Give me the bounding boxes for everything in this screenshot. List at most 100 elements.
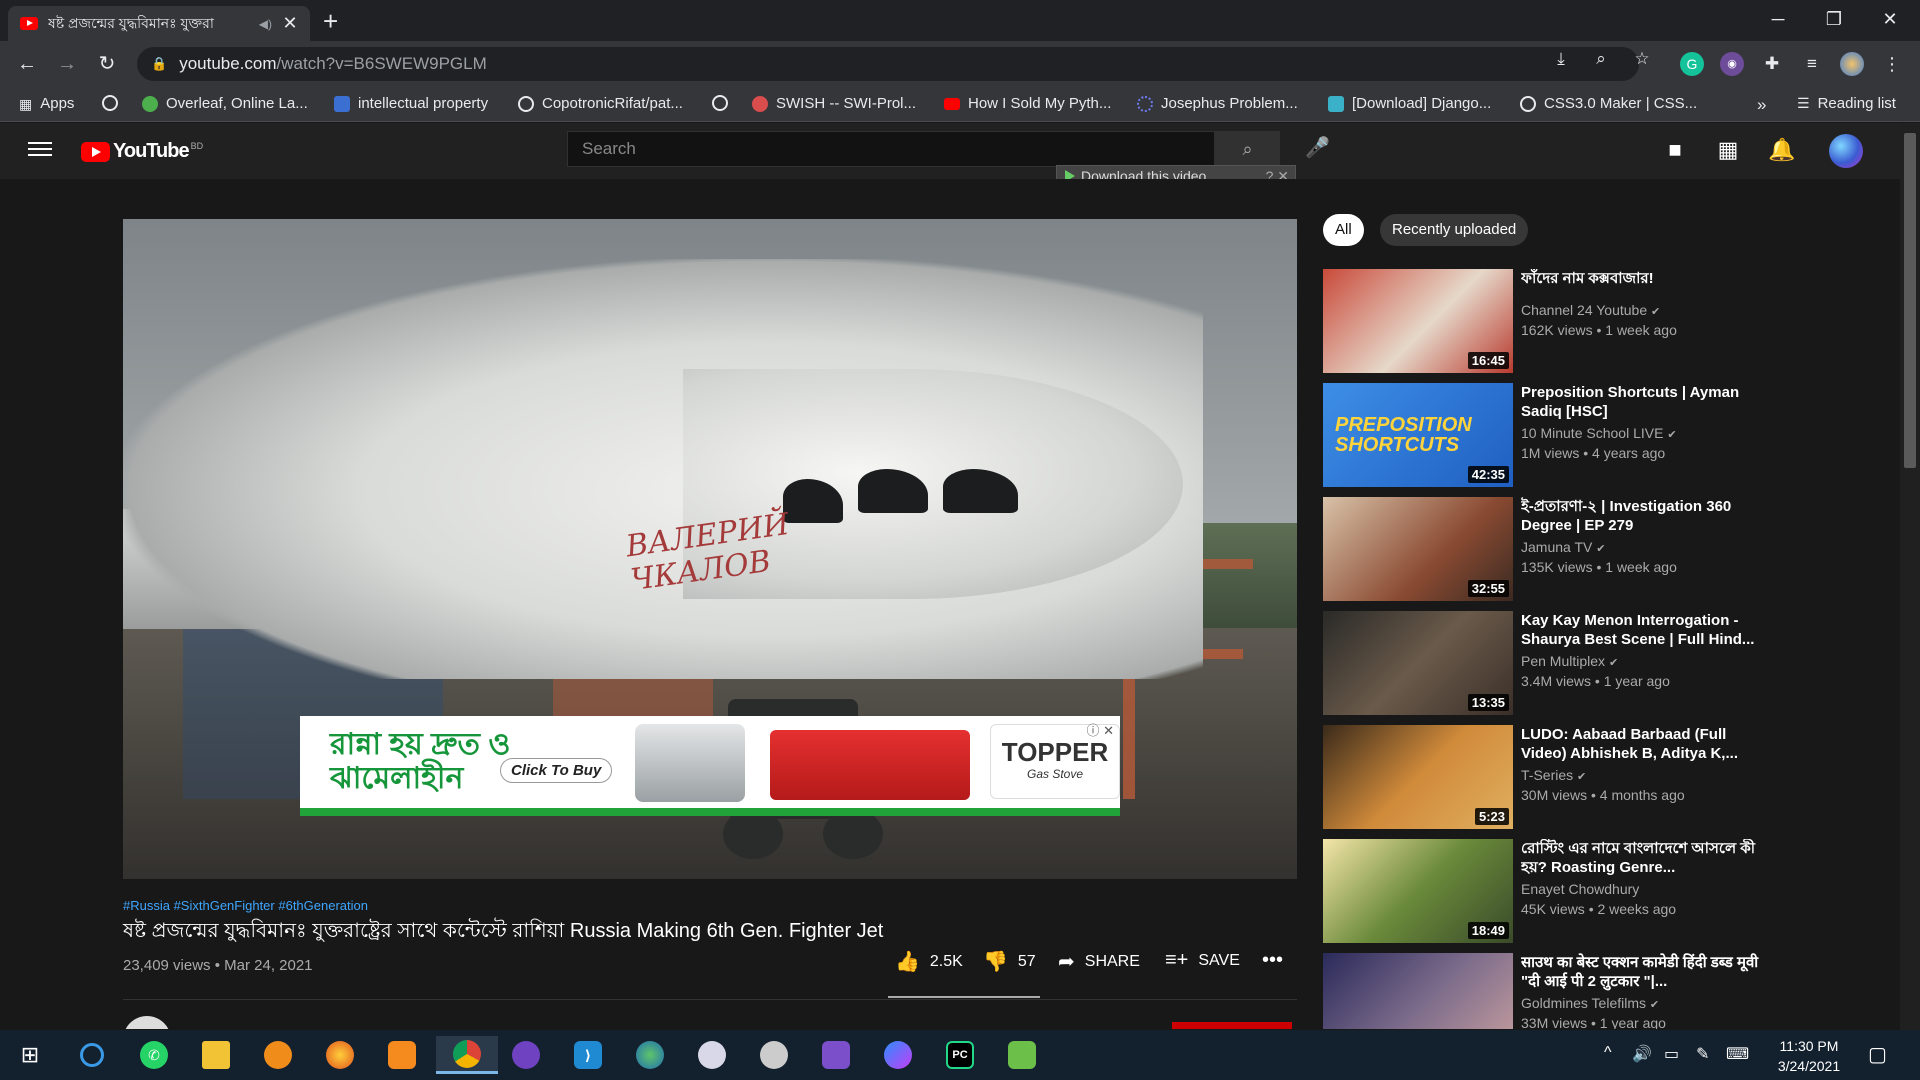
- browser-tab-active[interactable]: ষষ্ট প্রজন্মের যুদ্ধবিমানঃ যুক্তরা ◀) ✕: [8, 6, 310, 41]
- ad-close-icon[interactable]: ⓘ ✕: [1086, 720, 1114, 739]
- hamburger-menu-icon[interactable]: [28, 138, 52, 162]
- recommendation-title[interactable]: साउथ का बेस्ट एक्शन कामेडी हिंदी डब्ड मू…: [1521, 953, 1761, 991]
- bookmark-star-icon[interactable]: ☆: [1631, 49, 1653, 69]
- video-thumbnail[interactable]: 13:35: [1323, 611, 1513, 715]
- bookmark-apps[interactable]: ▦ Apps: [19, 95, 74, 112]
- video-thumbnail[interactable]: 5:23: [1323, 725, 1513, 829]
- video-thumbnail[interactable]: [1323, 953, 1513, 1029]
- show-hidden-icons-icon[interactable]: ^: [1604, 1044, 1612, 1062]
- bookmark-swish[interactable]: SWISH -- SWI-Prol...: [752, 95, 916, 112]
- taskbar-app-chrome[interactable]: [436, 1036, 498, 1074]
- speaker-icon[interactable]: ◀): [259, 17, 272, 31]
- account-avatar[interactable]: [1829, 134, 1863, 168]
- media-control-icon[interactable]: ≡: [1800, 52, 1824, 76]
- apps-grid-icon[interactable]: ▦: [1714, 137, 1742, 163]
- taskbar-app[interactable]: [998, 1036, 1046, 1074]
- profile-avatar-icon[interactable]: [1840, 52, 1864, 76]
- notifications-bell-icon[interactable]: 🔔: [1768, 137, 1796, 163]
- network-icon[interactable]: ▭: [1664, 1044, 1679, 1064]
- recommendation-item[interactable]: साउथ का बेस्ट एक्शन कामेडी हिंदी डब्ड मू…: [1323, 953, 1773, 1029]
- recommendation-item[interactable]: 5:23 LUDO: Aabaad Barbaad (Full Video) A…: [1323, 725, 1773, 830]
- taskbar-app[interactable]: [68, 1036, 116, 1074]
- volume-icon[interactable]: 🔊: [1632, 1044, 1652, 1064]
- video-player[interactable]: ВАЛЕРИЙ ЧКАЛОВ রান্না হয় দ্রুত ও ঝামেলা…: [123, 219, 1297, 879]
- taskbar-app[interactable]: [192, 1036, 240, 1074]
- more-bookmarks-button[interactable]: »: [1757, 95, 1766, 115]
- search-button[interactable]: ⌕: [1215, 131, 1280, 167]
- subscribe-button[interactable]: [1172, 1022, 1292, 1029]
- recommendation-channel[interactable]: T-Series ✔: [1521, 767, 1586, 783]
- minimize-button[interactable]: ─: [1755, 4, 1801, 34]
- recommendation-channel[interactable]: Jamuna TV ✔: [1521, 539, 1605, 555]
- close-window-button[interactable]: ✕: [1867, 4, 1913, 34]
- bookmark-youtube[interactable]: How I Sold My Pyth...: [944, 95, 1111, 112]
- scrollbar-thumb[interactable]: [1904, 133, 1916, 468]
- ad-click-to-buy-button[interactable]: Click To Buy: [500, 758, 613, 783]
- bookmark-css3-maker[interactable]: CSS3.0 Maker | CSS...: [1520, 95, 1697, 112]
- more-actions-button[interactable]: •••: [1262, 949, 1283, 972]
- recommendation-title[interactable]: LUDO: Aabaad Barbaad (Full Video) Abhish…: [1521, 725, 1761, 763]
- dislike-button[interactable]: 👎 57: [983, 949, 1036, 974]
- recommendation-title[interactable]: Preposition Shortcuts | Ayman Sadiq [HSC…: [1521, 383, 1761, 421]
- system-clock[interactable]: 11:30 PM 3/24/2021: [1764, 1036, 1854, 1076]
- recommendation-channel[interactable]: Channel 24 Youtube ✔: [1521, 302, 1660, 318]
- video-hashtags[interactable]: #Russia #SixthGenFighter #6thGeneration: [123, 898, 368, 913]
- chip-recently-uploaded[interactable]: Recently uploaded: [1380, 214, 1529, 246]
- video-thumbnail[interactable]: 18:49: [1323, 839, 1513, 943]
- new-tab-button[interactable]: +: [323, 8, 338, 34]
- bookmark-globe-2[interactable]: [712, 95, 728, 111]
- taskbar-app[interactable]: [750, 1036, 798, 1074]
- search-input[interactable]: Search: [567, 131, 1215, 167]
- notifications-icon[interactable]: ▢: [1868, 1042, 1887, 1067]
- share-button[interactable]: ➦ SHARE: [1058, 949, 1140, 974]
- save-button[interactable]: ≡+ SAVE: [1165, 949, 1240, 972]
- bookmark-globe-1[interactable]: [102, 95, 118, 111]
- puzzle-icon[interactable]: ✚: [1760, 52, 1784, 76]
- like-button[interactable]: 👍 2.5K: [895, 949, 963, 974]
- keyboard-icon[interactable]: ⌨: [1726, 1044, 1749, 1064]
- start-button[interactable]: ⊞: [6, 1036, 54, 1074]
- extension-icon[interactable]: ◉: [1720, 52, 1744, 76]
- recommendation-title[interactable]: ফাঁদের নাম কক্সবাজার!: [1521, 269, 1761, 288]
- recommendation-channel[interactable]: Pen Multiplex ✔: [1521, 653, 1618, 669]
- recommendation-item[interactable]: 32:55 ই-প্রতারণা-২ | Investigation 360 D…: [1323, 497, 1773, 602]
- taskbar-app[interactable]: ⟩: [564, 1036, 612, 1074]
- zoom-icon[interactable]: ⌕: [1590, 49, 1612, 69]
- recommendation-channel[interactable]: 10 Minute School LIVE ✔: [1521, 425, 1677, 441]
- page-scrollbar[interactable]: [1900, 123, 1920, 1030]
- video-thumbnail[interactable]: PREPOSITION SHORTCUTS 42:35: [1323, 383, 1513, 487]
- tab-close-icon[interactable]: ✕: [282, 13, 298, 34]
- video-thumbnail[interactable]: 16:45: [1323, 269, 1513, 373]
- taskbar-app[interactable]: [626, 1036, 674, 1074]
- install-icon[interactable]: ⤓: [1550, 49, 1572, 69]
- create-video-icon[interactable]: ■: [1661, 137, 1689, 163]
- recommendation-title[interactable]: ই-প্রতারণা-২ | Investigation 360 Degree …: [1521, 497, 1761, 535]
- taskbar-app[interactable]: [812, 1036, 860, 1074]
- recommendation-item[interactable]: 18:49 রোস্টিং এর নামে বাংলাদেশে আসলে কী …: [1323, 839, 1773, 944]
- bookmark-intellectual-property[interactable]: intellectual property: [334, 95, 488, 112]
- address-bar[interactable]: 🔒 youtube.com/watch?v=B6SWEW9PGLM: [137, 47, 1639, 81]
- recommendation-item[interactable]: PREPOSITION SHORTCUTS 42:35 Preposition …: [1323, 383, 1773, 488]
- menu-kebab-icon[interactable]: ⋮: [1880, 52, 1904, 76]
- chip-all[interactable]: All: [1323, 214, 1364, 246]
- taskbar-app[interactable]: ✆: [130, 1036, 178, 1074]
- bookmark-django[interactable]: [Download] Django...: [1328, 95, 1491, 112]
- recommendation-channel[interactable]: Enayet Chowdhury: [1521, 881, 1639, 897]
- bookmark-overleaf[interactable]: Overleaf, Online La...: [142, 95, 308, 112]
- grammarly-icon[interactable]: G: [1680, 52, 1704, 76]
- restore-button[interactable]: ❐: [1811, 4, 1857, 34]
- taskbar-app[interactable]: PC: [936, 1036, 984, 1074]
- video-thumbnail[interactable]: 32:55: [1323, 497, 1513, 601]
- recommendation-channel[interactable]: Goldmines Telefilms ✔: [1521, 995, 1659, 1011]
- taskbar-app[interactable]: [688, 1036, 736, 1074]
- recommendation-item[interactable]: 16:45 ফাঁদের নাম কক্সবাজার! Channel 24 Y…: [1323, 269, 1773, 374]
- recommendation-title[interactable]: Kay Kay Menon Interrogation - Shaurya Be…: [1521, 611, 1761, 649]
- bookmark-github[interactable]: CopotronicRifat/pat...: [518, 95, 683, 112]
- bookmark-josephus[interactable]: Josephus Problem...: [1137, 95, 1298, 112]
- pen-icon[interactable]: ✎: [1696, 1044, 1709, 1064]
- overlay-ad[interactable]: রান্না হয় দ্রুত ও ঝামেলাহীন Click To Bu…: [300, 716, 1120, 816]
- reading-list-button[interactable]: ☰ Reading list: [1797, 95, 1896, 112]
- taskbar-app[interactable]: [874, 1036, 922, 1074]
- recommendation-title[interactable]: রোস্টিং এর নামে বাংলাদেশে আসলে কী হয়? R…: [1521, 839, 1761, 877]
- taskbar-app[interactable]: [502, 1036, 550, 1074]
